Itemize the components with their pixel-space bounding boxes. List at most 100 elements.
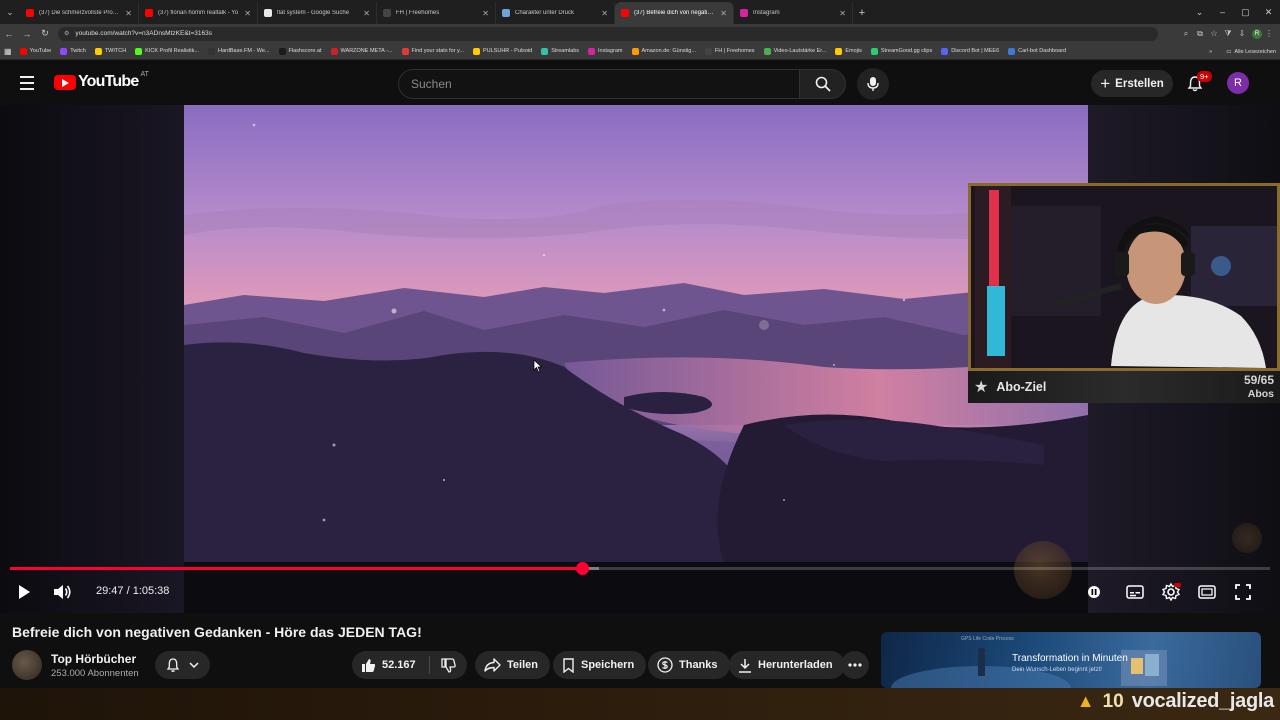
voice-search-button[interactable]	[857, 68, 889, 100]
channel-avatar[interactable]	[12, 650, 42, 680]
scrubber-handle[interactable]	[575, 562, 589, 575]
bookmark-item[interactable]: Streamlabs	[541, 47, 579, 55]
account-avatar[interactable]: R	[1227, 72, 1249, 94]
create-button[interactable]: + Erstellen	[1091, 70, 1173, 97]
bookmark-item[interactable]: Twitch	[60, 47, 86, 55]
reload-icon[interactable]: ↻	[36, 24, 54, 43]
extensions-icon[interactable]: ⧩	[1221, 27, 1235, 41]
tab-close-icon[interactable]: ✕	[482, 9, 489, 18]
mouse-cursor-icon	[533, 359, 543, 373]
dislike-button[interactable]	[430, 657, 467, 673]
profile-avatar-icon[interactable]: R	[1252, 28, 1262, 39]
close-window-button[interactable]: ✕	[1257, 0, 1280, 24]
menu-icon[interactable]	[16, 72, 38, 94]
bookmark-favicon-icon	[135, 47, 143, 55]
more-actions-button[interactable]	[841, 651, 869, 679]
progress-bar[interactable]	[10, 562, 1270, 575]
apps-icon[interactable]: ▦	[4, 47, 12, 56]
ad-headline: Transformation in Minuten	[1012, 653, 1128, 664]
bookmark-label: Flashscore.at	[288, 48, 322, 54]
bookmark-label: YouTube	[29, 48, 52, 54]
browser-tab[interactable]: (37) florian homm realtalk - Yo ✕	[139, 2, 258, 24]
search-input[interactable]	[411, 77, 799, 91]
tab-close-icon[interactable]: ✕	[244, 9, 251, 18]
save-button[interactable]: Speichern	[553, 651, 647, 679]
bookmark-item[interactable]: TWITCH	[94, 47, 126, 55]
bookmark-item[interactable]: Amazon.de: Günstig...	[631, 47, 696, 55]
bookmark-star-icon[interactable]: ☆	[1207, 27, 1221, 41]
tab-title: flat system - Google Suche	[277, 10, 350, 16]
sponsored-ad-banner[interactable]: GPS Life Code Process Transformation in …	[881, 632, 1261, 688]
bookmark-item[interactable]: Video-Lautstärke Er...	[763, 47, 826, 55]
theater-mode-button[interactable]	[1195, 580, 1219, 604]
tab-close-icon[interactable]: ✕	[363, 9, 370, 18]
tab-search-icon[interactable]: ⌄	[0, 0, 20, 24]
bookmark-item[interactable]: Flashscore.at	[278, 47, 322, 55]
autoplay-toggle[interactable]	[1082, 580, 1106, 604]
bookmark-favicon-icon	[60, 47, 68, 55]
browser-tab[interactable]: flat system - Google Suche ✕	[258, 2, 377, 24]
download-button[interactable]: Herunterladen	[729, 651, 845, 679]
subscriber-count: 253.000 Abonnenten	[51, 668, 139, 679]
bookmark-item[interactable]: YouTube	[19, 47, 52, 55]
bookmark-item[interactable]: Discord Bot | MEE6	[941, 47, 999, 55]
bookmark-label: FH | Freehomes	[714, 48, 755, 54]
video-landscape-image	[184, 105, 1088, 562]
bookmark-item[interactable]: StreamGood.gg clips	[870, 47, 932, 55]
url-field[interactable]: ⚙ youtube.com/watch?v=n3ADnsMtzKE&t=3163…	[58, 26, 1158, 41]
all-bookmarks-link[interactable]: Alle Lesezeichen	[1234, 49, 1276, 55]
browser-menu-icon[interactable]: ⋮	[1262, 27, 1276, 41]
bookmark-favicon-icon	[835, 47, 843, 55]
video-player[interactable]: ★ Abo-Ziel 59/65 Abos 29:47 / 1:05:38	[0, 105, 1280, 613]
channel-name[interactable]: Top Hörbücher	[51, 652, 136, 666]
new-tab-button[interactable]: +	[853, 2, 871, 24]
tab-close-icon[interactable]: ✕	[125, 9, 132, 18]
browser-tab[interactable]: FH | Freehomes ✕	[377, 2, 496, 24]
youtube-logo[interactable]: YouTube AT	[54, 71, 149, 91]
bookmarks-overflow-icon[interactable]: »	[1209, 49, 1212, 55]
bookmark-item[interactable]: Emojis	[835, 47, 862, 55]
downloads-icon[interactable]: ⇩	[1235, 27, 1249, 41]
bookmark-item[interactable]: FH | Freehomes	[704, 47, 755, 55]
forward-icon[interactable]: →	[18, 24, 36, 43]
site-info-icon[interactable]: ⚙	[64, 30, 69, 37]
fullscreen-button[interactable]	[1231, 580, 1255, 604]
tab-close-icon[interactable]: ✕	[839, 9, 846, 18]
tab-search-dropdown-icon[interactable]: ⌄	[1188, 0, 1211, 24]
bookmark-item[interactable]: KICK Profil Realistik...	[135, 47, 199, 55]
tab-title: (37) Befreie dich von negativen	[634, 10, 717, 16]
share-button[interactable]: Teilen	[475, 651, 550, 679]
browser-tab[interactable]: (37) Befreie dich von negativen ✕	[615, 2, 734, 24]
subscribed-notifications-button[interactable]	[155, 651, 210, 679]
thanks-button[interactable]: Thanks	[648, 651, 730, 679]
minimize-button[interactable]: –	[1211, 0, 1234, 24]
like-button[interactable]: 52.167	[352, 656, 430, 674]
settings-button[interactable]	[1159, 580, 1183, 604]
bookmark-item[interactable]: PULSUHR - Pulsoid	[472, 47, 532, 55]
browser-tab-strip: ⌄ (37) Die schmerzvollste Progno ✕ (37) fl…	[0, 0, 1280, 24]
bookmark-item[interactable]: Instagram	[588, 47, 623, 55]
maximize-button[interactable]: ▢	[1234, 0, 1257, 24]
bookmark-item[interactable]: WARZONE META -...	[330, 47, 393, 55]
subtitles-button[interactable]	[1123, 580, 1147, 604]
browser-tab[interactable]: Charakter unter Druck ✕	[496, 2, 615, 24]
browser-tab[interactable]: Instagram ✕	[734, 2, 853, 24]
bookmark-label: Amazon.de: Günstig...	[641, 48, 696, 54]
video-frame[interactable]	[184, 105, 1088, 562]
bookmark-item[interactable]: Carl-bot Dashboard	[1008, 47, 1066, 55]
sub-goal-unit: Abos	[1247, 388, 1274, 400]
zoom-icon[interactable]: ⌕	[1179, 27, 1193, 41]
bookmark-label: Emojis	[845, 48, 862, 54]
bookmark-item[interactable]: HardBase.FM - We...	[207, 47, 270, 55]
play-button[interactable]	[12, 580, 36, 604]
bookmark-favicon-icon	[472, 47, 480, 55]
back-icon[interactable]: ←	[0, 24, 18, 43]
cast-icon[interactable]: ⧉	[1193, 27, 1207, 41]
tab-close-icon[interactable]: ✕	[601, 9, 608, 18]
bookmark-item[interactable]: Find your stats for y...	[401, 47, 464, 55]
mute-button[interactable]	[50, 580, 74, 604]
tab-close-icon[interactable]: ✕	[720, 9, 727, 18]
bookmark-favicon-icon	[278, 47, 286, 55]
search-button[interactable]	[799, 69, 846, 99]
browser-tab[interactable]: (37) Die schmerzvollste Progno ✕	[20, 2, 139, 24]
